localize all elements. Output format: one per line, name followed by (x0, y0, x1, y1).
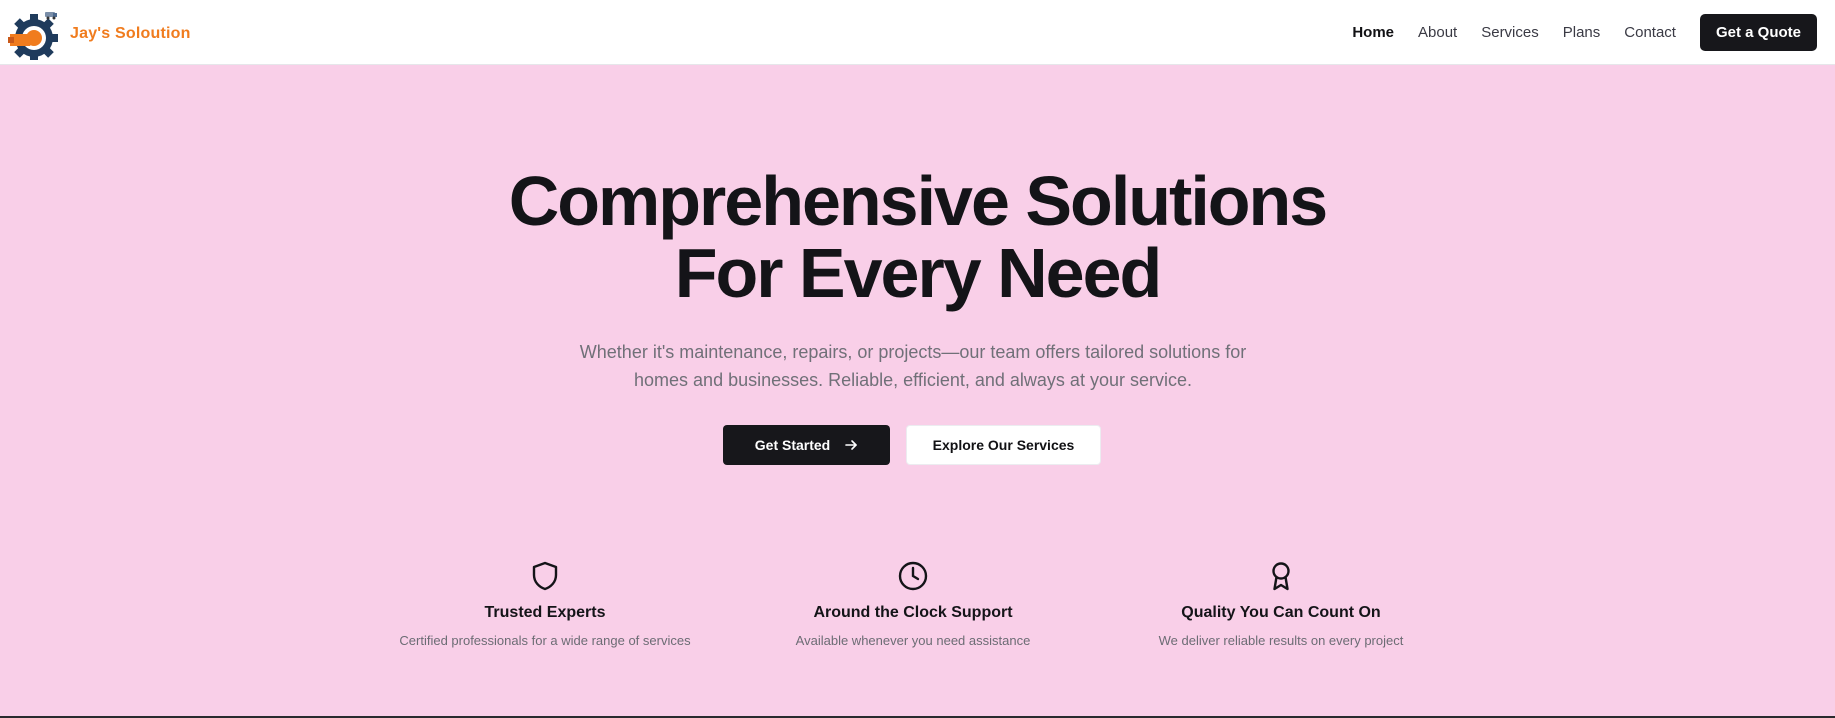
hero-section: Comprehensive Solutions For Every Need W… (0, 65, 1835, 718)
feature-title: Quality You Can Count On (1181, 604, 1381, 621)
hero-title-line-1: Comprehensive Solutions (508, 162, 1328, 240)
explore-services-button[interactable]: Explore Our Services (906, 425, 1101, 465)
feature-clock-support: Around the Clock Support Available whene… (733, 560, 1093, 648)
nav-about[interactable]: About (1418, 24, 1457, 41)
hero-cta-row: Get Started Explore Our Services (723, 425, 1101, 465)
nav-plans[interactable]: Plans (1563, 24, 1601, 41)
get-started-button[interactable]: Get Started (723, 425, 890, 465)
feature-title: Trusted Experts (484, 604, 606, 621)
get-a-quote-button[interactable]: Get a Quote (1699, 14, 1817, 51)
brand[interactable]: Jay's Soloution (8, 8, 191, 62)
nav-home[interactable]: Home (1352, 24, 1394, 41)
hero-subtitle: Whether it's maintenance, repairs, or pr… (579, 342, 1247, 390)
feature-trusted-experts: Trusted Experts Certified professionals … (365, 560, 725, 648)
feature-description: We deliver reliable results on every pro… (1158, 633, 1404, 648)
feature-description: Available whenever you need assistance (795, 633, 1031, 648)
clock-icon (733, 560, 1093, 594)
get-started-label: Get Started (754, 437, 831, 453)
site-header: Jay's Soloution Home About Services Plan… (0, 0, 1835, 65)
shield-icon (365, 560, 725, 594)
brand-name: Jay's Soloution (70, 25, 191, 42)
nav-services[interactable]: Services (1481, 24, 1539, 41)
feature-description: Certified professionals for a wide range… (399, 633, 691, 648)
award-icon (1101, 560, 1461, 594)
main-nav: Home About Services Plans Contact Get a … (1328, 14, 1817, 51)
hero-title: Comprehensive Solutions For Every Need (0, 165, 1835, 309)
hero-title-line-2: For Every Need (674, 234, 1163, 312)
feature-quality: Quality You Can Count On We deliver reli… (1101, 560, 1461, 648)
nav-contact[interactable]: Contact (1624, 24, 1676, 41)
arrow-right-icon (844, 438, 858, 452)
feature-title: Around the Clock Support (813, 604, 1013, 621)
logo-icon (8, 8, 60, 62)
